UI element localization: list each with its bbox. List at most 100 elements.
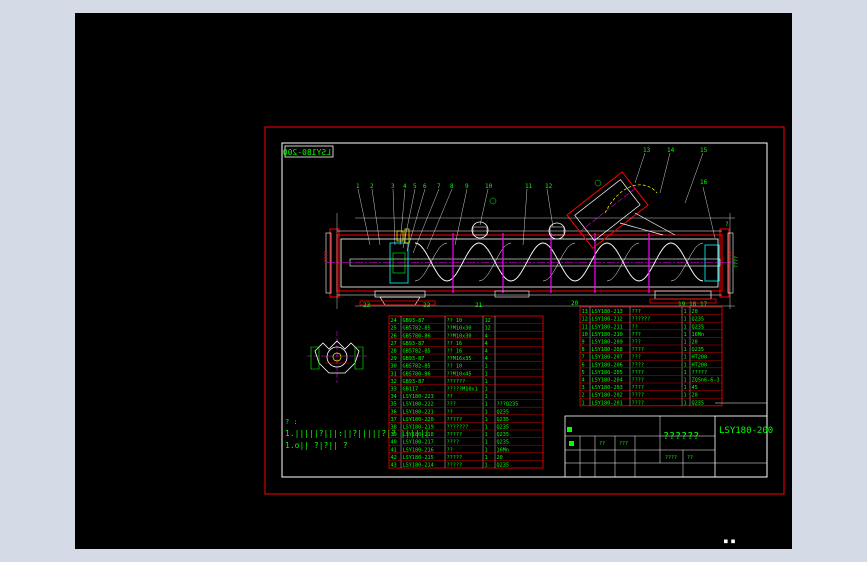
bom-cell: ???: [447, 402, 456, 408]
bom-cell: Q235: [692, 347, 705, 353]
bom-cell: ??: [447, 409, 453, 415]
bom-cell: 1: [684, 400, 687, 406]
bom-cell: ?? 16: [447, 349, 463, 355]
callout: 10: [485, 183, 493, 190]
bom-cell: ?????: [692, 370, 708, 376]
bom-cell: 1: [485, 387, 488, 393]
bom-cell: LSY180-206: [592, 362, 623, 368]
bom-cell: GB5782-85: [403, 349, 431, 355]
bom-cell: 7: [582, 355, 585, 361]
bom-cell: LSY180-211: [592, 324, 623, 330]
screw-conveyor-assembly: ???? ???? ????: [324, 152, 740, 309]
bom-cell: LSY180-205: [592, 370, 623, 376]
callout: 14: [667, 147, 675, 154]
bom-cell: 34: [391, 394, 397, 400]
bom-cell: 28: [391, 349, 397, 355]
bom-cell: 6: [582, 362, 585, 368]
bom-table-left: 24 GB93-87 ?? 10 12 25 GB5782-85 ??M10x30 12 26 G…: [388, 315, 544, 469]
mirror-drawing-number: LSY180-200: [283, 148, 331, 157]
bom-cell: LSY180-222: [403, 402, 434, 408]
bom-cell: 1: [485, 364, 488, 370]
bom-cell: 1: [485, 379, 488, 385]
bom-cell: ?????: [447, 417, 463, 423]
bom-cell: ???: [632, 309, 641, 315]
bom-cell: LSY180-221: [403, 409, 434, 415]
bom-cell: 1: [485, 455, 488, 461]
bom-cell: 1: [684, 317, 687, 323]
title-block-title: ??????: [663, 431, 699, 442]
bom-cell: 27: [391, 341, 397, 347]
bom-cell: 12: [582, 317, 588, 323]
section-view: [307, 331, 367, 383]
bom-cell: GB5780-86: [403, 333, 431, 339]
bom-cell: LSY180-207: [592, 355, 623, 361]
notes-line-2: 1.o|| ?|?|| ?: [285, 441, 348, 450]
bom-cell: Q235: [692, 324, 705, 330]
bom-cell: ????: [632, 385, 645, 391]
bom-cell: Q235: [497, 463, 510, 469]
bom-cell: 42: [391, 455, 397, 461]
bom-cell: ??: [447, 394, 453, 400]
bom-cell: 26: [391, 333, 397, 339]
bom-cell: 1: [485, 432, 488, 438]
bom-cell: Q235: [692, 317, 705, 323]
bom-cell: 13: [582, 309, 588, 315]
svg-text:????: ????: [729, 251, 735, 263]
bom-cell: HT200: [692, 355, 708, 361]
bom-cell: LSY180-213: [592, 309, 623, 315]
bom-cell: 4: [485, 333, 488, 339]
bom-cell: ?? 10: [447, 318, 463, 324]
bom-cell: ??M10x45: [447, 371, 472, 377]
bom-cell: Q235: [692, 400, 705, 406]
bom-cell: LSY180-204: [592, 378, 623, 384]
bom-cell: ?????M10x1: [447, 387, 478, 393]
bom-cell: ??: [447, 447, 453, 453]
bom-cell: 1: [485, 425, 488, 431]
title-block-q2: ????: [665, 455, 677, 461]
callout: 20: [571, 300, 579, 307]
bom-cell: 33: [391, 387, 397, 393]
bom-cell: GB5782-85: [403, 326, 431, 332]
bom-cell: 4: [485, 341, 488, 347]
bom-cell: LSY180-223: [403, 394, 434, 400]
bom-cell: 25: [391, 326, 397, 332]
bom-cell: 38: [391, 425, 397, 431]
bom-cell: 20: [692, 393, 698, 399]
callouts-top: 1 2 3 4 5 6 7 8 9 10 11 12 13 14 15 16 ?: [356, 147, 729, 228]
bom-cell: 9: [582, 340, 585, 346]
bom-cell: ??M10x30: [447, 333, 472, 339]
bom-cell: ZQSn6-6-3: [692, 378, 720, 384]
bom-cell: GB93-87: [403, 379, 425, 385]
callout: 12: [545, 183, 553, 190]
bom-cell: ????: [632, 393, 645, 399]
bom-cell: ?? 10: [447, 364, 463, 370]
bom-cell: 31: [391, 371, 397, 377]
title-block-number: LSY180-200: [719, 426, 773, 436]
title-block: ?????? LSY180-200 ?? ???? ??? ??: [564, 402, 773, 478]
bom-cell: ?????: [447, 432, 463, 438]
bom-cell: LSY180-202: [592, 393, 623, 399]
bom-cell: 1: [684, 370, 687, 376]
bom-cell: 41: [391, 447, 397, 453]
bom-cell: LSY180-214: [403, 463, 434, 469]
drawing-canvas[interactable]: LSY180-200 ???? ???? ???? 1 2 3 4 5 6 7 …: [75, 13, 792, 549]
bom-cell: 36: [391, 409, 397, 415]
callout: 22: [423, 302, 431, 309]
bom-cell: GB5780-86: [403, 371, 431, 377]
bom-cell: 1: [485, 463, 488, 469]
callout: 9: [465, 183, 469, 190]
callout: 15: [700, 147, 708, 154]
bom-cell: 8: [582, 347, 585, 353]
bom-cell: LSY180-210: [592, 332, 623, 338]
bom-cell: LSY180-208: [592, 347, 623, 353]
bom-cell: 1: [684, 355, 687, 361]
bom-cell: GB93-87: [403, 356, 425, 362]
bom-cell: 30: [391, 364, 397, 370]
bom-cell: 1: [485, 447, 488, 453]
bom-table-right: 13 LSY180-213??? 1 2012 LSY180-212?????? 1 Q23…: [579, 306, 723, 406]
bom-cell: ????: [632, 378, 645, 384]
bom-cell: 1: [485, 394, 488, 400]
bom-cell: Q235: [497, 440, 510, 446]
callout: 11: [525, 183, 533, 190]
bom-cell: 24: [391, 318, 397, 324]
